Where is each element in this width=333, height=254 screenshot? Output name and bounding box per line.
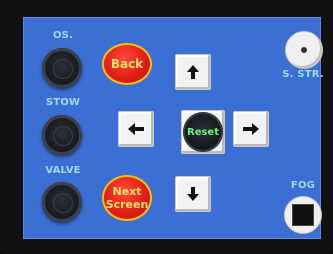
valve-label: VALVE [45, 165, 81, 176]
left-arrow-button[interactable] [118, 111, 154, 147]
s-str-label: S. STR. [282, 69, 324, 80]
touch-screen: OS. STOW VALVE Back Next Screen Reset S.… [23, 17, 324, 239]
stow-label: STOW [45, 97, 81, 108]
os-knob[interactable] [42, 48, 82, 88]
fog-button[interactable] [284, 196, 322, 234]
reset-button[interactable]: Reset [181, 110, 225, 154]
arrow-up-icon [187, 65, 199, 79]
up-arrow-button[interactable] [175, 54, 211, 90]
reset-label: Reset [187, 126, 219, 138]
back-button-label: Back [110, 56, 144, 71]
stop-square-icon [292, 204, 314, 226]
arrow-down-icon [187, 187, 199, 201]
os-label: OS. [52, 30, 74, 41]
arrow-left-icon [128, 123, 144, 135]
down-arrow-button[interactable] [175, 176, 211, 212]
back-button[interactable]: Back [102, 43, 152, 85]
arrow-right-icon [243, 123, 259, 135]
s-str-dot-icon [301, 47, 307, 53]
right-arrow-button[interactable] [233, 111, 269, 147]
next-screen-label-line2: Screen [105, 198, 149, 211]
next-screen-button[interactable]: Next Screen [102, 175, 152, 221]
next-screen-label-line1: Next [112, 185, 142, 198]
reset-dial: Reset [183, 112, 223, 152]
s-str-button[interactable] [285, 31, 323, 69]
fog-label: FOG [290, 180, 316, 191]
valve-knob[interactable] [42, 182, 82, 222]
stow-knob[interactable] [42, 115, 82, 155]
